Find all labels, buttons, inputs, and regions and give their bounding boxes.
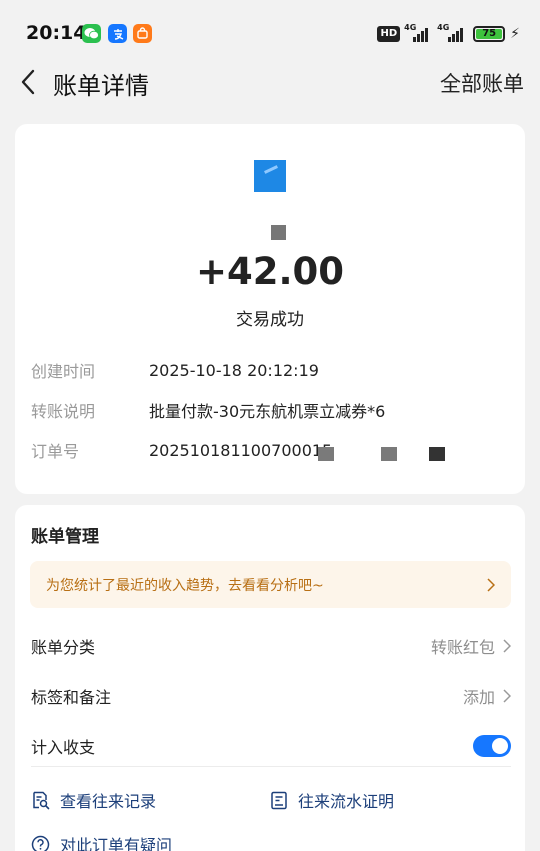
charging-icon: ⚡ bbox=[510, 26, 520, 42]
insight-text: 为您统计了最近的收入趋势，去看看分析吧~ bbox=[46, 577, 324, 594]
income-insight-banner[interactable]: 为您统计了最近的收入趋势，去看看分析吧~ bbox=[30, 561, 511, 608]
include-in-stats-row: 计入收支 bbox=[31, 731, 511, 761]
redaction-mask bbox=[318, 447, 334, 461]
status-bar: 20:14 HD 4G 4G 75 ⚡ bbox=[0, 0, 540, 68]
receipt-icon bbox=[271, 791, 287, 809]
battery-level: 75 bbox=[476, 29, 503, 39]
detail-value: 批量付款-30元东航机票立减券*6 bbox=[149, 402, 386, 421]
all-bills-link[interactable]: 全部账单 bbox=[440, 68, 524, 98]
transaction-amount: +42.00 bbox=[195, 250, 345, 293]
page-title: 账单详情 bbox=[53, 72, 149, 100]
detail-row-order-number: 订单号 202510181100700015 bbox=[31, 438, 332, 462]
chevron-left-icon bbox=[21, 69, 35, 95]
tags-label: 标签和备注 bbox=[31, 688, 112, 707]
alipay-icon bbox=[108, 24, 127, 43]
detail-label: 创建时间 bbox=[31, 362, 96, 381]
category-value: 转账红包 bbox=[430, 638, 495, 657]
network-type: 4G bbox=[404, 23, 417, 32]
taobao-icon bbox=[133, 24, 152, 43]
transaction-card: +42.00 交易成功 创建时间 2025-10-18 20:12:19 转账说… bbox=[15, 124, 525, 494]
signal-icon: 4G bbox=[437, 23, 468, 42]
bill-management-card: 账单管理 为您统计了最近的收入趋势，去看看分析吧~ 账单分类 转账红包 标签和备… bbox=[15, 505, 525, 851]
chevron-right-icon bbox=[487, 577, 495, 592]
detail-label: 订单号 bbox=[31, 442, 80, 461]
statement-proof-link[interactable]: 往来流水证明 bbox=[270, 787, 394, 813]
network-type: 4G bbox=[437, 23, 450, 32]
tags-value: 添加 bbox=[462, 688, 495, 707]
divider bbox=[31, 766, 511, 767]
include-label: 计入收支 bbox=[31, 738, 96, 757]
detail-row-description: 转账说明 批量付款-30元东航机票立减券*6 bbox=[31, 398, 385, 422]
order-question-label: 对此订单有疑问 bbox=[60, 836, 173, 851]
detail-value: 2025-10-18 20:12:19 bbox=[149, 360, 319, 380]
section-title: 账单管理 bbox=[31, 527, 99, 547]
redaction-mask bbox=[429, 447, 445, 461]
category-label: 账单分类 bbox=[31, 638, 96, 657]
statement-proof-label: 往来流水证明 bbox=[298, 792, 395, 811]
chevron-right-icon bbox=[503, 639, 511, 653]
wechat-icon bbox=[82, 24, 101, 43]
detail-value[interactable]: 202510181100700015 bbox=[149, 441, 332, 460]
help-icon bbox=[31, 835, 50, 851]
tags-notes-row[interactable]: 标签和备注 添加 bbox=[31, 681, 511, 711]
transaction-status: 交易成功 bbox=[236, 310, 304, 330]
nav-header: 账单详情 全部账单 bbox=[0, 60, 540, 104]
redaction-mask bbox=[381, 447, 397, 461]
detail-label: 转账说明 bbox=[31, 402, 96, 421]
back-button[interactable] bbox=[14, 64, 42, 100]
toggle-knob bbox=[492, 738, 508, 754]
masked-payer-name bbox=[271, 225, 286, 240]
status-indicators: HD 4G 4G 75 ⚡ bbox=[377, 23, 520, 44]
signal-icon: 4G bbox=[404, 23, 433, 42]
battery-icon: 75 bbox=[473, 26, 506, 42]
bill-category-row[interactable]: 账单分类 转账红包 bbox=[31, 631, 511, 661]
order-question-link[interactable]: 对此订单有疑问 bbox=[31, 831, 172, 851]
include-in-stats-toggle[interactable] bbox=[473, 735, 511, 757]
view-history-label: 查看往来记录 bbox=[60, 792, 157, 811]
search-document-icon bbox=[33, 791, 50, 809]
hd-badge: HD bbox=[377, 26, 401, 42]
detail-row-created: 创建时间 2025-10-18 20:12:19 bbox=[31, 358, 319, 382]
status-time: 20:14 bbox=[26, 22, 87, 44]
chevron-right-icon bbox=[503, 689, 511, 703]
view-history-link[interactable]: 查看往来记录 bbox=[31, 787, 156, 813]
payer-avatar bbox=[254, 160, 286, 192]
